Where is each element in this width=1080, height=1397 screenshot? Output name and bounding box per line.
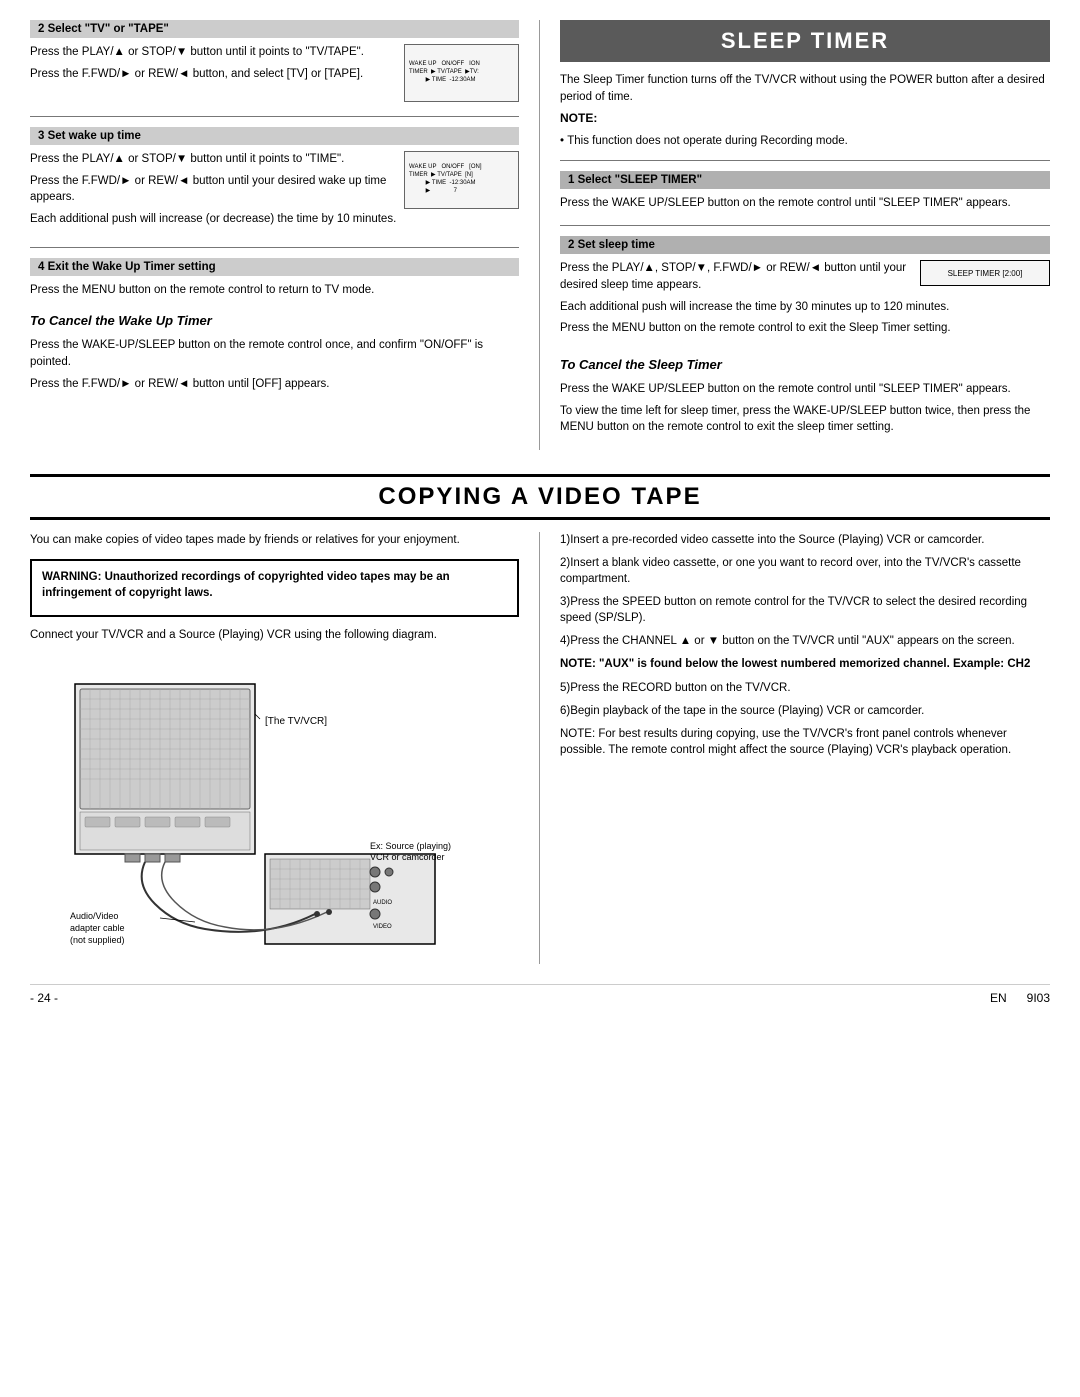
- step2-header: 2 Select "TV" or "TAPE": [30, 20, 519, 38]
- warning-text: WARNING: Unauthorized recordings of copy…: [42, 569, 507, 602]
- divider1: [30, 116, 519, 117]
- svg-text:[The TV/VCR]: [The TV/VCR]: [265, 716, 327, 727]
- warning-box: WARNING: Unauthorized recordings of copy…: [30, 559, 519, 617]
- cancel-sleep-section: To Cancel the Sleep Timer Press the WAKE…: [560, 356, 1050, 436]
- page-number: - 24 -: [30, 991, 58, 1005]
- step4-text: Press the MENU button on the remote cont…: [30, 282, 519, 299]
- cancel-wakeup-header: To Cancel the Wake Up Timer: [30, 312, 519, 331]
- bottom-right-column: 1)Insert a pre-recorded video cassette i…: [540, 532, 1050, 964]
- step2-diagram: WAKE UP ON/OFF ION TIMER ▶ TV/TAPE ▶TV:: [404, 44, 519, 102]
- copy-step4: 4)Press the CHANNEL ▲ or ▼ button on the…: [560, 633, 1050, 649]
- diagram-svg: [The TV/VCR]: [65, 654, 485, 964]
- left-column: 2 Select "TV" or "TAPE" WAKE UP ON/OFF I…: [30, 20, 540, 450]
- step4-section: 4 Exit the Wake Up Timer setting Press t…: [30, 258, 519, 299]
- sleep-step1-header: 1 Select "SLEEP TIMER": [560, 171, 1050, 189]
- right-column: SLEEP TIMER The Sleep Timer function tur…: [540, 20, 1050, 450]
- footer-model: 9I03: [1027, 991, 1050, 1005]
- footer-lang: EN: [990, 991, 1007, 1005]
- svg-text:adapter cable: adapter cable: [70, 923, 125, 933]
- connect-text: Connect your TV/VCR and a Source (Playin…: [30, 627, 519, 644]
- copy-note-best: NOTE: For best results during copying, u…: [560, 726, 1050, 758]
- video-diagram: [The TV/VCR]: [30, 654, 519, 964]
- copy-step1: 1)Insert a pre-recorded video cassette i…: [560, 532, 1050, 548]
- copying-intro: You can make copies of video tapes made …: [30, 532, 519, 549]
- sleep-diagram: SLEEP TIMER [2:00]: [920, 260, 1050, 286]
- step3-header: 3 Set wake up time: [30, 127, 519, 145]
- sleep-step2-text2: Each additional push will increase the t…: [560, 299, 1050, 316]
- bottom-left-column: You can make copies of video tapes made …: [30, 532, 540, 964]
- page: 2 Select "TV" or "TAPE" WAKE UP ON/OFF I…: [0, 0, 1080, 1397]
- svg-text:AUDIO: AUDIO: [373, 900, 392, 906]
- sleep-step1-text: Press the WAKE UP/SLEEP button on the re…: [560, 195, 1050, 212]
- note-label: NOTE:: [560, 111, 597, 125]
- footer-right: EN 9I03: [990, 991, 1050, 1005]
- step2-section: 2 Select "TV" or "TAPE" WAKE UP ON/OFF I…: [30, 20, 519, 102]
- top-section: 2 Select "TV" or "TAPE" WAKE UP ON/OFF I…: [30, 20, 1050, 450]
- divider2: [30, 247, 519, 248]
- svg-text:(not supplied): (not supplied): [70, 935, 125, 945]
- copy-step3: 3)Press the SPEED button on remote contr…: [560, 594, 1050, 626]
- svg-text:VCR or camcorder: VCR or camcorder: [370, 852, 445, 862]
- page-footer: - 24 - EN 9I03: [30, 984, 1050, 1005]
- svg-text:Audio/Video: Audio/Video: [70, 911, 118, 921]
- sleep-timer-note: NOTE: • This function does not operate d…: [560, 110, 1050, 149]
- copy-note-aux: NOTE: "AUX" is found below the lowest nu…: [560, 656, 1050, 672]
- step4-header: 4 Exit the Wake Up Timer setting: [30, 258, 519, 276]
- bottom-section: You can make copies of video tapes made …: [30, 532, 1050, 964]
- cancel-sleep-text2: To view the time left for sleep timer, p…: [560, 403, 1050, 436]
- step3-section: 3 Set wake up time WAKE UP ON/OFF [ON] T…: [30, 127, 519, 233]
- cancel-wakeup-section: To Cancel the Wake Up Timer Press the WA…: [30, 312, 519, 392]
- step3-content: WAKE UP ON/OFF [ON] TIMER ▶ TV/TAPE [N]: [30, 151, 519, 233]
- cancel-sleep-text1: Press the WAKE UP/SLEEP button on the re…: [560, 381, 1050, 398]
- sleep-step2-header: 2 Set sleep time: [560, 236, 1050, 254]
- sleep-step2-content: SLEEP TIMER [2:00] Press the PLAY/▲, STO…: [560, 260, 1050, 342]
- cancel-sleep-header: To Cancel the Sleep Timer: [560, 356, 1050, 375]
- note-text: • This function does not operate during …: [560, 133, 1050, 150]
- note-content: NOTE:: [560, 110, 1050, 128]
- sleep-timer-intro: The Sleep Timer function turns off the T…: [560, 72, 1050, 105]
- sleep-divider1: [560, 160, 1050, 161]
- sleep-step2-text3: Press the MENU button on the remote cont…: [560, 320, 1050, 337]
- svg-text:Ex: Source (playing): Ex: Source (playing): [370, 841, 451, 851]
- sleep-divider2: [560, 225, 1050, 226]
- step2-content: WAKE UP ON/OFF ION TIMER ▶ TV/TAPE ▶TV:: [30, 44, 519, 102]
- svg-text:VIDEO: VIDEO: [373, 924, 392, 930]
- sleep-timer-header: SLEEP TIMER: [560, 20, 1050, 62]
- cancel-wakeup-text1: Press the WAKE-UP/SLEEP button on the re…: [30, 337, 519, 370]
- step3-text3: Each additional push will increase (or d…: [30, 211, 519, 228]
- copy-step2: 2)Insert a blank video cassette, or one …: [560, 555, 1050, 587]
- copy-step5: 5)Press the RECORD button on the TV/VCR.: [560, 680, 1050, 696]
- cancel-wakeup-text2: Press the F.FWD/► or REW/◄ button until …: [30, 376, 519, 393]
- copying-header: COPYING A VIDEO TAPE: [30, 474, 1050, 520]
- sleep-step1-section: 1 Select "SLEEP TIMER" Press the WAKE UP…: [560, 171, 1050, 212]
- copy-step6: 6)Begin playback of the tape in the sour…: [560, 703, 1050, 719]
- sleep-step2-section: 2 Set sleep time SLEEP TIMER [2:00] Pres…: [560, 236, 1050, 342]
- step3-diagram: WAKE UP ON/OFF [ON] TIMER ▶ TV/TAPE [N]: [404, 151, 519, 209]
